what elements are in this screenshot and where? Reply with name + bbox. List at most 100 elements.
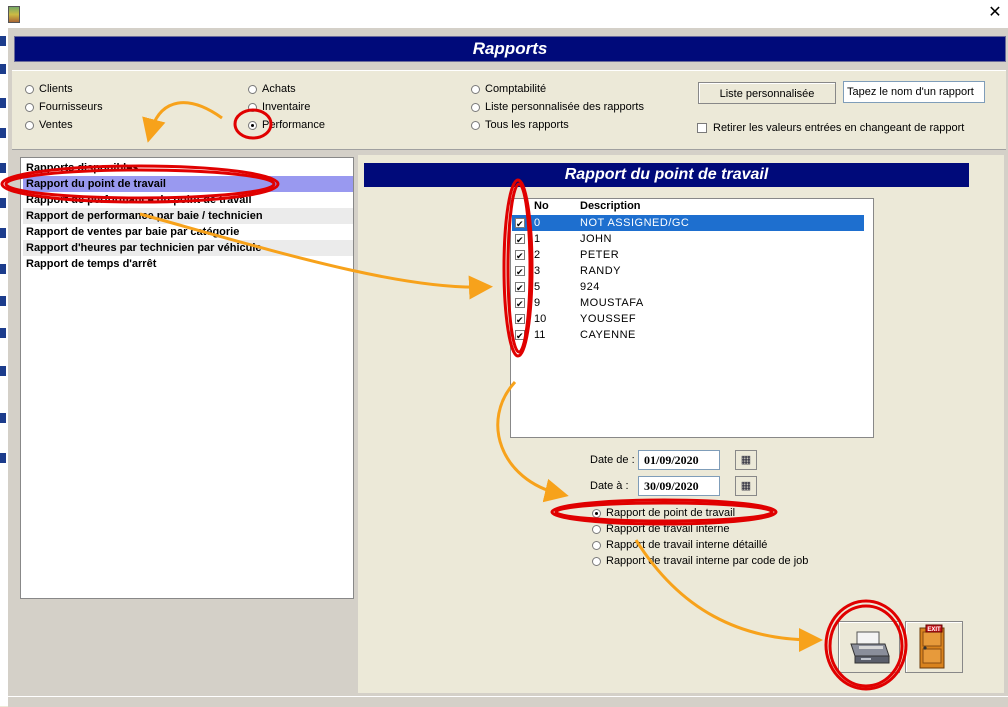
radio-dot[interactable] bbox=[25, 84, 34, 94]
radio-dot[interactable] bbox=[592, 540, 601, 550]
category-column-2: Achats Inventaire Performance bbox=[248, 82, 325, 132]
row-no: 11 bbox=[534, 329, 546, 341]
row-checkbox[interactable] bbox=[515, 216, 525, 232]
date-from-label: Date de : bbox=[590, 454, 635, 466]
radio-comptabilite[interactable]: Comptabilité bbox=[471, 82, 644, 96]
row-no: 2 bbox=[534, 249, 541, 261]
report-name-input[interactable] bbox=[843, 81, 985, 103]
reports-banner: Rapports bbox=[14, 36, 1006, 62]
table-row[interactable]: 9 MOUSTAFA bbox=[512, 295, 864, 312]
category-column-3: Comptabilité Liste personnalisée des rap… bbox=[471, 82, 644, 132]
checkbox-label: Retirer les valeurs entrées en changeant… bbox=[713, 122, 965, 134]
printer-icon bbox=[850, 631, 890, 664]
radio-tous-rapports[interactable]: Tous les rapports bbox=[471, 118, 644, 132]
radio-label: Liste personnalisée des rapports bbox=[485, 101, 644, 113]
radio-inventaire[interactable]: Inventaire bbox=[248, 100, 325, 114]
radio-fournisseurs[interactable]: Fournisseurs bbox=[25, 100, 103, 114]
row-no: 1 bbox=[534, 233, 541, 245]
radio-achats[interactable]: Achats bbox=[248, 82, 325, 96]
list-item[interactable]: Rapport d'heures par technicien par véhi… bbox=[23, 240, 353, 256]
column-header-description[interactable]: Description bbox=[580, 200, 641, 212]
row-no: 9 bbox=[534, 297, 541, 309]
category-column-1: Clients Fournisseurs Ventes bbox=[25, 82, 103, 132]
table-row[interactable]: 3 RANDY bbox=[512, 263, 864, 280]
calendar-icon[interactable]: ▦ bbox=[735, 476, 757, 496]
radio-clients[interactable]: Clients bbox=[25, 82, 103, 96]
table-row[interactable]: 5 924 bbox=[512, 279, 864, 296]
radio-label: Ventes bbox=[39, 119, 73, 131]
radio-dot[interactable] bbox=[471, 120, 480, 130]
radio-dot-selected[interactable] bbox=[248, 120, 257, 130]
radio-dot[interactable] bbox=[592, 524, 601, 534]
row-no: 10 bbox=[534, 313, 547, 325]
row-no: 3 bbox=[534, 265, 541, 277]
list-item[interactable]: Rapport de performance par baie / techni… bbox=[23, 208, 353, 224]
exit-button[interactable]: EXIT bbox=[905, 621, 963, 673]
radio-liste-personnalisee[interactable]: Liste personnalisée des rapports bbox=[471, 100, 644, 114]
option-travail-interne[interactable]: Rapport de travail interne bbox=[592, 522, 808, 536]
custom-list-button[interactable]: Liste personnalisée bbox=[698, 82, 836, 104]
row-checkbox[interactable] bbox=[515, 296, 525, 312]
row-checkbox[interactable] bbox=[515, 280, 525, 296]
column-header-no[interactable]: No bbox=[534, 200, 549, 212]
row-checkbox[interactable] bbox=[515, 248, 525, 264]
table-row[interactable]: 10 YOUSSEF bbox=[512, 311, 864, 328]
date-from-field[interactable]: 01/09/2020 bbox=[638, 450, 720, 470]
radio-dot[interactable] bbox=[248, 84, 257, 94]
table-row[interactable]: 0 NOT ASSIGNED/GC bbox=[512, 215, 864, 232]
grid-header: No Description bbox=[512, 200, 862, 214]
row-checkbox[interactable] bbox=[515, 312, 525, 328]
table-row[interactable]: 1 JOHN bbox=[512, 231, 864, 248]
radio-dot[interactable] bbox=[592, 556, 601, 566]
table-row[interactable]: 2 PETER bbox=[512, 247, 864, 264]
reports-list-header: Rapports disponibles bbox=[26, 162, 139, 174]
row-checkbox[interactable] bbox=[515, 264, 525, 280]
radio-label: Achats bbox=[262, 83, 296, 95]
radio-label: Rapport de point de travail bbox=[606, 507, 736, 519]
radio-label: Tous les rapports bbox=[485, 119, 569, 131]
row-no: 0 bbox=[534, 217, 541, 229]
row-checkbox[interactable] bbox=[515, 328, 525, 344]
option-point-de-travail[interactable]: Rapport de point de travail bbox=[592, 506, 808, 520]
radio-label: Comptabilité bbox=[485, 83, 547, 95]
close-icon[interactable]: ✕ bbox=[986, 4, 1004, 22]
window-titlebar bbox=[0, 0, 1008, 28]
radio-dot-selected[interactable] bbox=[592, 508, 601, 518]
row-description: PETER bbox=[580, 249, 620, 261]
option-travail-interne-detaille[interactable]: Rapport de travail interne détaillé bbox=[592, 538, 808, 552]
row-description: RANDY bbox=[580, 265, 622, 277]
radio-dot[interactable] bbox=[25, 102, 34, 112]
clear-values-checkbox[interactable]: Retirer les valeurs entrées en changeant… bbox=[697, 122, 964, 134]
list-item[interactable]: Rapport du point de travail bbox=[23, 176, 353, 192]
row-description: YOUSSEF bbox=[580, 313, 637, 325]
app-icon bbox=[8, 6, 20, 23]
radio-dot[interactable] bbox=[25, 120, 34, 130]
list-item[interactable]: Rapport de performance du point de trava… bbox=[23, 192, 353, 208]
row-description: JOHN bbox=[580, 233, 612, 245]
row-description: 924 bbox=[580, 281, 600, 293]
radio-dot[interactable] bbox=[248, 102, 257, 112]
dialog-bottom-edge bbox=[8, 696, 1008, 707]
row-description: MOUSTAFA bbox=[580, 297, 644, 309]
row-checkbox[interactable] bbox=[515, 232, 525, 248]
radio-label: Fournisseurs bbox=[39, 101, 103, 113]
radio-ventes[interactable]: Ventes bbox=[25, 118, 103, 132]
row-description: NOT ASSIGNED/GC bbox=[580, 217, 690, 229]
list-item[interactable]: Rapport de temps d'arrêt bbox=[23, 256, 353, 272]
radio-dot[interactable] bbox=[471, 102, 480, 112]
reports-list: Rapports disponibles Rapport du point de… bbox=[20, 157, 354, 599]
radio-label: Rapport de travail interne par code de j… bbox=[606, 555, 809, 567]
exit-label: EXIT bbox=[927, 627, 941, 633]
date-to-field[interactable]: 30/09/2020 bbox=[638, 476, 720, 496]
report-detail-title: Rapport du point de travail bbox=[364, 163, 969, 187]
option-travail-interne-code-job[interactable]: Rapport de travail interne par code de j… bbox=[592, 554, 808, 568]
print-button[interactable] bbox=[838, 621, 900, 673]
report-option-group: Rapport de point de travail Rapport de t… bbox=[592, 506, 808, 568]
radio-performance[interactable]: Performance bbox=[248, 118, 325, 132]
table-row[interactable]: 11 CAYENNE bbox=[512, 327, 864, 344]
calendar-icon[interactable]: ▦ bbox=[735, 450, 757, 470]
list-item[interactable]: Rapport de ventes par baie par catégorie bbox=[23, 224, 353, 240]
date-to-label: Date à : bbox=[590, 480, 629, 492]
checkbox-box[interactable] bbox=[697, 123, 707, 133]
radio-dot[interactable] bbox=[471, 84, 480, 94]
